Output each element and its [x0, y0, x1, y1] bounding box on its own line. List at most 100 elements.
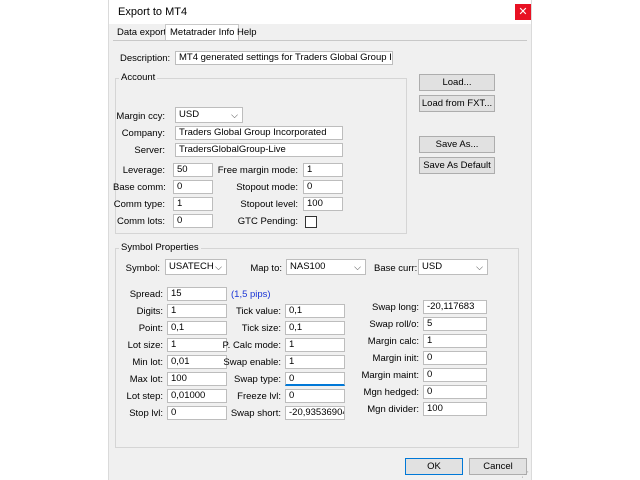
p-calc-mode-label: P. Calc mode:: [222, 340, 281, 351]
base-comm-field[interactable]: 0: [173, 180, 213, 194]
stopout-mode-label: Stopout mode:: [236, 182, 298, 193]
min-lot-field[interactable]: 0,01: [167, 355, 227, 369]
symbol-select[interactable]: USATECH ⌵: [165, 259, 227, 275]
tab-metatrader-info[interactable]: Metatrader Info: [165, 24, 240, 41]
spread-pips-text: (1,5 pips): [231, 289, 271, 300]
close-icon: ✕: [518, 6, 528, 18]
map-to-value: NAS100: [290, 261, 326, 272]
spread-field[interactable]: 15: [167, 287, 227, 301]
chevron-down-icon: ⌵: [231, 110, 238, 120]
lot-size-field[interactable]: 1: [167, 338, 227, 352]
swap-short-field[interactable]: -20,93536904: [285, 406, 345, 420]
gtc-pending-label: GTC Pending:: [237, 216, 298, 227]
symbol-label: Symbol:: [125, 263, 160, 274]
tick-size-field[interactable]: 0,1: [285, 321, 345, 335]
save-as-default-button[interactable]: Save As Default: [419, 157, 495, 174]
margin-init-label: Margin init:: [372, 353, 419, 364]
title-bar: Export to MT4 ✕: [109, 0, 531, 24]
swap-long-label: Swap long:: [371, 302, 419, 313]
leverage-field[interactable]: 50: [173, 163, 213, 177]
chevron-down-icon: ⌵: [215, 262, 222, 272]
tab-help[interactable]: Help: [233, 26, 261, 40]
digits-label: Digits:: [136, 306, 163, 317]
chevron-down-icon: ⌵: [354, 262, 361, 272]
tick-value-label: Tick value:: [235, 306, 281, 317]
margin-ccy-select[interactable]: USD ⌵: [175, 107, 243, 123]
comm-lots-label: Comm lots:: [116, 216, 165, 227]
resize-grip-icon[interactable]: ⋰: [521, 470, 529, 479]
margin-calc-field[interactable]: 1: [423, 334, 487, 348]
free-margin-mode-field[interactable]: 1: [303, 163, 343, 177]
point-label: Point:: [138, 323, 163, 334]
comm-lots-field[interactable]: 0: [173, 214, 213, 228]
stopout-level-label: Stopout level:: [240, 199, 298, 210]
margin-calc-label: Margin calc:: [367, 336, 419, 347]
server-field[interactable]: TradersGlobalGroup-Live: [175, 143, 343, 157]
base-curr-value: USD: [422, 261, 443, 272]
freeze-lvl-label: Freeze lvl:: [237, 391, 281, 402]
export-to-mt4-dialog: Export to MT4 ✕ Data export Metatrader I…: [108, 0, 532, 480]
comm-type-field[interactable]: 1: [173, 197, 213, 211]
swap-long-field[interactable]: -20,117683: [423, 300, 487, 314]
cancel-button[interactable]: Cancel: [469, 458, 527, 475]
base-comm-label: Base comm:: [113, 182, 166, 193]
symbol-properties-group-title: Symbol Properties: [119, 242, 201, 253]
symbol-value: USATECH: [169, 261, 214, 272]
free-margin-mode-label: Free margin mode:: [217, 165, 298, 176]
p-calc-mode-field[interactable]: 1: [285, 338, 345, 352]
comm-type-label: Comm type:: [113, 199, 165, 210]
stop-lvl-label: Stop lvl:: [129, 408, 163, 419]
load-from-fxt-button[interactable]: Load from FXT...: [419, 95, 495, 112]
description-label: Description:: [120, 53, 171, 64]
margin-init-field[interactable]: 0: [423, 351, 487, 365]
freeze-lvl-field[interactable]: 0: [285, 389, 345, 403]
margin-ccy-label: Margin ccy:: [116, 111, 165, 122]
mgn-divider-field[interactable]: 100: [423, 402, 487, 416]
min-lot-label: Min lot:: [132, 357, 163, 368]
chevron-down-icon: ⌵: [476, 262, 483, 272]
map-to-label: Map to:: [250, 263, 282, 274]
stop-lvl-field[interactable]: 0: [167, 406, 227, 420]
tab-data-export[interactable]: Data export: [113, 26, 170, 40]
margin-maint-field[interactable]: 0: [423, 368, 487, 382]
swap-enable-field[interactable]: 1: [285, 355, 345, 369]
point-field[interactable]: 0,1: [167, 321, 227, 335]
margin-ccy-value: USD: [179, 109, 200, 120]
swap-rollover-field[interactable]: 5: [423, 317, 487, 331]
description-field[interactable]: MT4 generated settings for Traders Globa…: [175, 51, 393, 65]
base-curr-label: Base curr:: [374, 263, 418, 274]
lot-size-label: Lot size:: [127, 340, 163, 351]
tick-size-label: Tick size:: [241, 323, 281, 334]
window-title: Export to MT4: [118, 6, 188, 18]
metatrader-info-panel: Description: MT4 generated settings for …: [113, 40, 527, 451]
leverage-label: Leverage:: [122, 165, 165, 176]
tab-strip: Data export Metatrader Info Help: [109, 24, 531, 41]
mgn-hedged-field[interactable]: 0: [423, 385, 487, 399]
mgn-divider-label: Mgn divider:: [367, 404, 419, 415]
lot-step-label: Lot step:: [126, 391, 163, 402]
stopout-mode-field[interactable]: 0: [303, 180, 343, 194]
digits-field[interactable]: 1: [167, 304, 227, 318]
max-lot-field[interactable]: 100: [167, 372, 227, 386]
swap-rollover-label: Swap roll/o:: [369, 319, 419, 330]
swap-type-field[interactable]: 0: [285, 372, 345, 386]
lot-step-field[interactable]: 0,01000: [167, 389, 227, 403]
ok-button[interactable]: OK: [405, 458, 463, 475]
stopout-level-field[interactable]: 100: [303, 197, 343, 211]
company-label: Company:: [121, 128, 165, 139]
map-to-select[interactable]: NAS100 ⌵: [286, 259, 366, 275]
close-button[interactable]: ✕: [515, 4, 531, 20]
base-curr-select[interactable]: USD ⌵: [418, 259, 488, 275]
swap-short-label: Swap short:: [230, 408, 281, 419]
gtc-pending-checkbox[interactable]: [305, 216, 317, 228]
tick-value-field[interactable]: 0,1: [285, 304, 345, 318]
swap-type-label: Swap type:: [234, 374, 281, 385]
margin-maint-label: Margin maint:: [361, 370, 419, 381]
company-field[interactable]: Traders Global Group Incorporated: [175, 126, 343, 140]
server-label: Server:: [134, 145, 165, 156]
max-lot-label: Max lot:: [129, 374, 163, 385]
swap-enable-label: Swap enable:: [223, 357, 281, 368]
load-button[interactable]: Load...: [419, 74, 495, 91]
spread-label: Spread:: [129, 289, 163, 300]
save-as-button[interactable]: Save As...: [419, 136, 495, 153]
